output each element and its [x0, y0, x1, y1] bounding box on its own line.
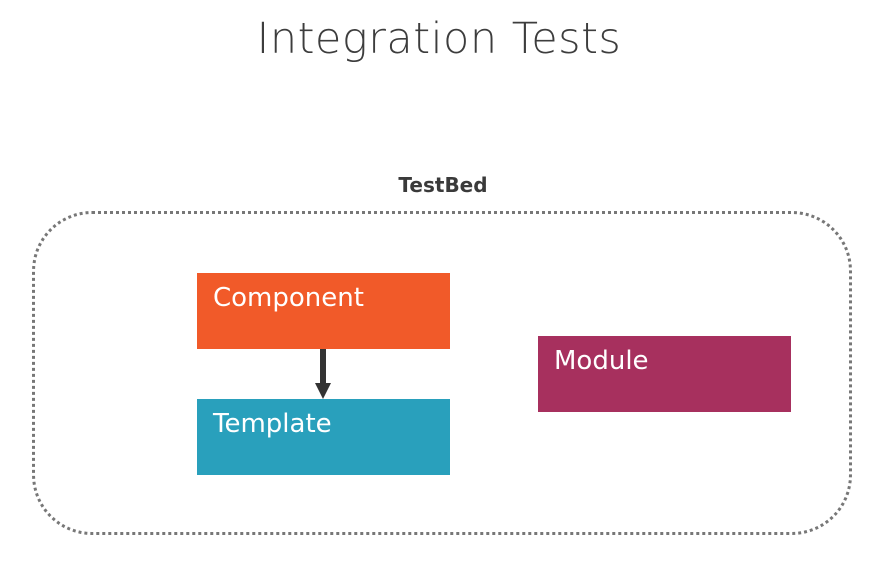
module-node-label: Module — [554, 346, 649, 376]
testbed-label: TestBed — [398, 173, 488, 197]
template-node: Template — [197, 399, 450, 475]
module-node: Module — [538, 336, 791, 412]
component-to-template-arrow — [315, 349, 331, 399]
template-node-label: Template — [213, 409, 332, 439]
arrow-head — [315, 383, 331, 399]
page-title: Integration Tests — [256, 14, 622, 64]
component-node: Component — [197, 273, 450, 349]
component-node-label: Component — [213, 283, 364, 313]
